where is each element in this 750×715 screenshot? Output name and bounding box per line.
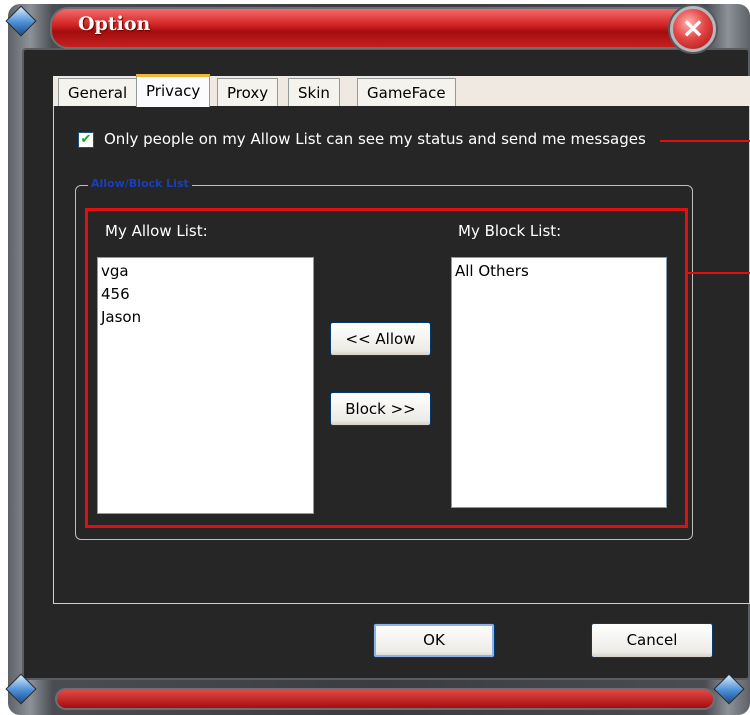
bottom-bar (55, 688, 715, 710)
allow-list-label: My Allow List: (105, 222, 208, 240)
tab-general[interactable]: General (58, 78, 138, 106)
block-button[interactable]: Block >> (330, 392, 431, 426)
tab-gameface[interactable]: GameFace (357, 78, 456, 106)
allow-button[interactable]: << Allow (330, 322, 431, 356)
callout-line (688, 272, 750, 274)
allow-block-group-title: Allow/Block List (88, 177, 192, 190)
tab-proxy[interactable]: Proxy (217, 78, 279, 106)
block-listbox[interactable]: All Others (451, 257, 667, 508)
window-title: Option (78, 13, 151, 35)
block-list-label: My Block List: (458, 222, 562, 240)
list-item[interactable]: 456 (101, 283, 310, 306)
checkmark-icon: ✔ (80, 132, 92, 147)
tab-skin[interactable]: Skin (288, 78, 340, 106)
list-item[interactable]: All Others (455, 260, 663, 283)
callout-line (660, 140, 750, 142)
list-item[interactable]: vga (101, 260, 310, 283)
list-item[interactable]: Jason (101, 306, 310, 329)
ok-button[interactable]: OK (373, 623, 495, 658)
allow-listbox[interactable]: vga 456 Jason (97, 257, 314, 514)
close-button[interactable]: × (670, 6, 716, 52)
tab-privacy[interactable]: Privacy (136, 74, 211, 107)
cancel-button[interactable]: Cancel (591, 623, 713, 658)
close-icon: × (681, 11, 705, 44)
allow-only-label: Only people on my Allow List can see my … (104, 130, 646, 148)
allow-only-checkbox[interactable]: ✔ (78, 132, 94, 148)
